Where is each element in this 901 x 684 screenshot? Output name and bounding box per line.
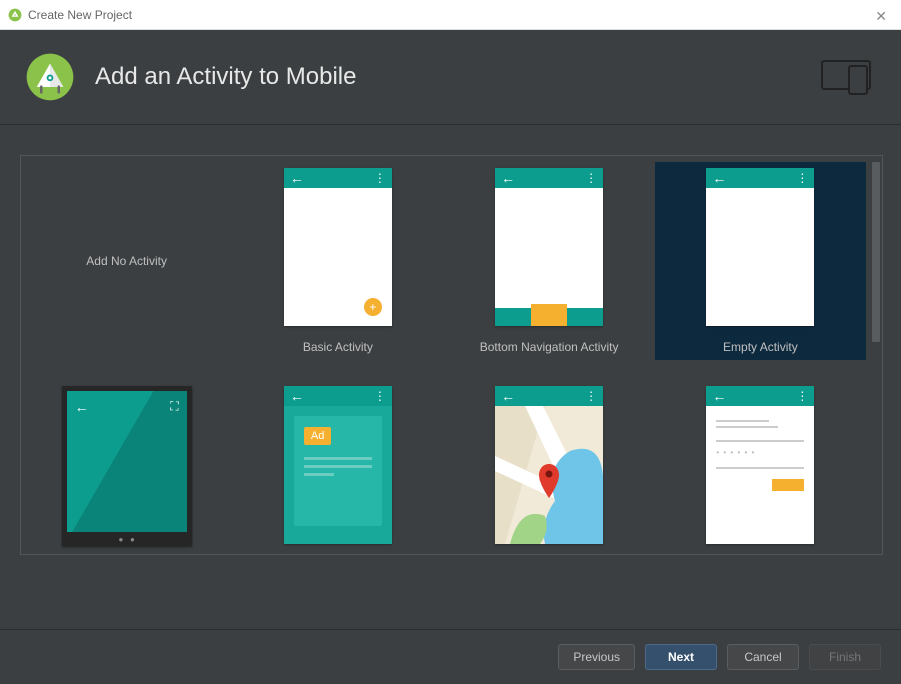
template-label: Add No Activity	[86, 254, 167, 268]
ad-body: Ad	[284, 406, 392, 544]
pager-dots-icon: ● ●	[62, 535, 192, 544]
app-bar: ← ⋮	[495, 168, 603, 188]
android-studio-logo-icon	[25, 52, 75, 102]
template-thumbnail: ← ⋮ • • • • • •	[706, 386, 814, 544]
scrollbar[interactable]	[870, 162, 882, 548]
cancel-button[interactable]: Cancel	[727, 644, 799, 670]
app-bar: ← ⋮	[284, 386, 392, 406]
template-label: Basic Activity	[303, 340, 373, 354]
template-admob-ads-activity[interactable]: ← ⋮ Ad	[232, 380, 443, 552]
app-bar: ← ⋮	[495, 386, 603, 406]
titlebar: Create New Project ✕	[0, 0, 901, 30]
fab-icon: +	[364, 298, 382, 316]
overflow-icon: ⋮	[374, 390, 386, 402]
back-arrow-icon: ←	[290, 389, 304, 403]
overflow-icon: ⋮	[585, 390, 597, 402]
fullscreen-icon: ⛶	[170, 399, 178, 414]
template-empty-activity[interactable]: ← ⋮ Empty Activity	[655, 162, 866, 360]
login-body: • • • • • •	[706, 406, 814, 544]
back-arrow-icon: ←	[712, 171, 726, 185]
back-arrow-icon: ←	[712, 389, 726, 403]
back-arrow-icon: ←	[501, 389, 515, 403]
template-grid-container: Add No Activity ← ⋮ + Basic Activity ←	[20, 155, 883, 555]
template-bottom-navigation-activity[interactable]: ← ⋮ Bottom Navigation Activity	[444, 162, 655, 360]
next-button[interactable]: Next	[645, 644, 717, 670]
wizard-footer: Previous Next Cancel Finish	[0, 629, 901, 684]
window-title: Create New Project	[28, 8, 132, 22]
template-thumbnail: ← ⋮	[706, 168, 814, 326]
app-icon	[8, 8, 22, 22]
template-add-no-activity[interactable]: Add No Activity	[21, 162, 232, 360]
close-icon[interactable]: ✕	[875, 8, 887, 25]
app-bar: ← ⋮	[284, 168, 392, 188]
previous-button[interactable]: Previous	[558, 644, 635, 670]
template-label: Bottom Navigation Activity	[480, 340, 619, 354]
back-arrow-icon: ←	[290, 171, 304, 185]
ad-badge: Ad	[304, 427, 331, 445]
app-bar: ← ⋮	[706, 386, 814, 406]
overflow-icon: ⋮	[585, 172, 597, 184]
overflow-icon: ⋮	[796, 390, 808, 402]
map-body	[495, 406, 603, 544]
bottom-nav-selected	[531, 304, 567, 326]
template-thumbnail: ← ⋮ +	[284, 168, 392, 326]
template-label: Empty Activity	[723, 340, 798, 354]
template-thumbnail: ← ⋮ Ad	[284, 386, 392, 544]
scrollbar-thumb[interactable]	[872, 162, 880, 342]
template-grid: Add No Activity ← ⋮ + Basic Activity ←	[21, 162, 882, 544]
template-basic-activity[interactable]: ← ⋮ + Basic Activity	[232, 162, 443, 360]
finish-button: Finish	[809, 644, 881, 670]
template-fullscreen-activity[interactable]: ← ⛶ ● ●	[21, 380, 232, 552]
overflow-icon: ⋮	[374, 172, 386, 184]
back-arrow-icon: ←	[501, 171, 515, 185]
content-area: Add No Activity ← ⋮ + Basic Activity ←	[0, 125, 901, 629]
back-arrow-icon: ←	[75, 399, 89, 415]
login-button-icon	[772, 479, 804, 491]
template-thumbnail: ← ⋮	[495, 168, 603, 326]
device-icon	[821, 60, 871, 96]
app-bar: ← ⋮	[706, 168, 814, 188]
template-google-maps-activity[interactable]: ← ⋮	[444, 380, 655, 552]
overflow-icon: ⋮	[796, 172, 808, 184]
page-title: Add an Activity to Mobile	[95, 63, 356, 91]
wizard-header: Add an Activity to Mobile	[0, 30, 901, 125]
template-thumbnail: ← ⛶ ● ●	[62, 386, 192, 546]
template-thumbnail: ← ⋮	[495, 386, 603, 544]
template-login-activity[interactable]: ← ⋮ • • • • • •	[655, 380, 866, 552]
